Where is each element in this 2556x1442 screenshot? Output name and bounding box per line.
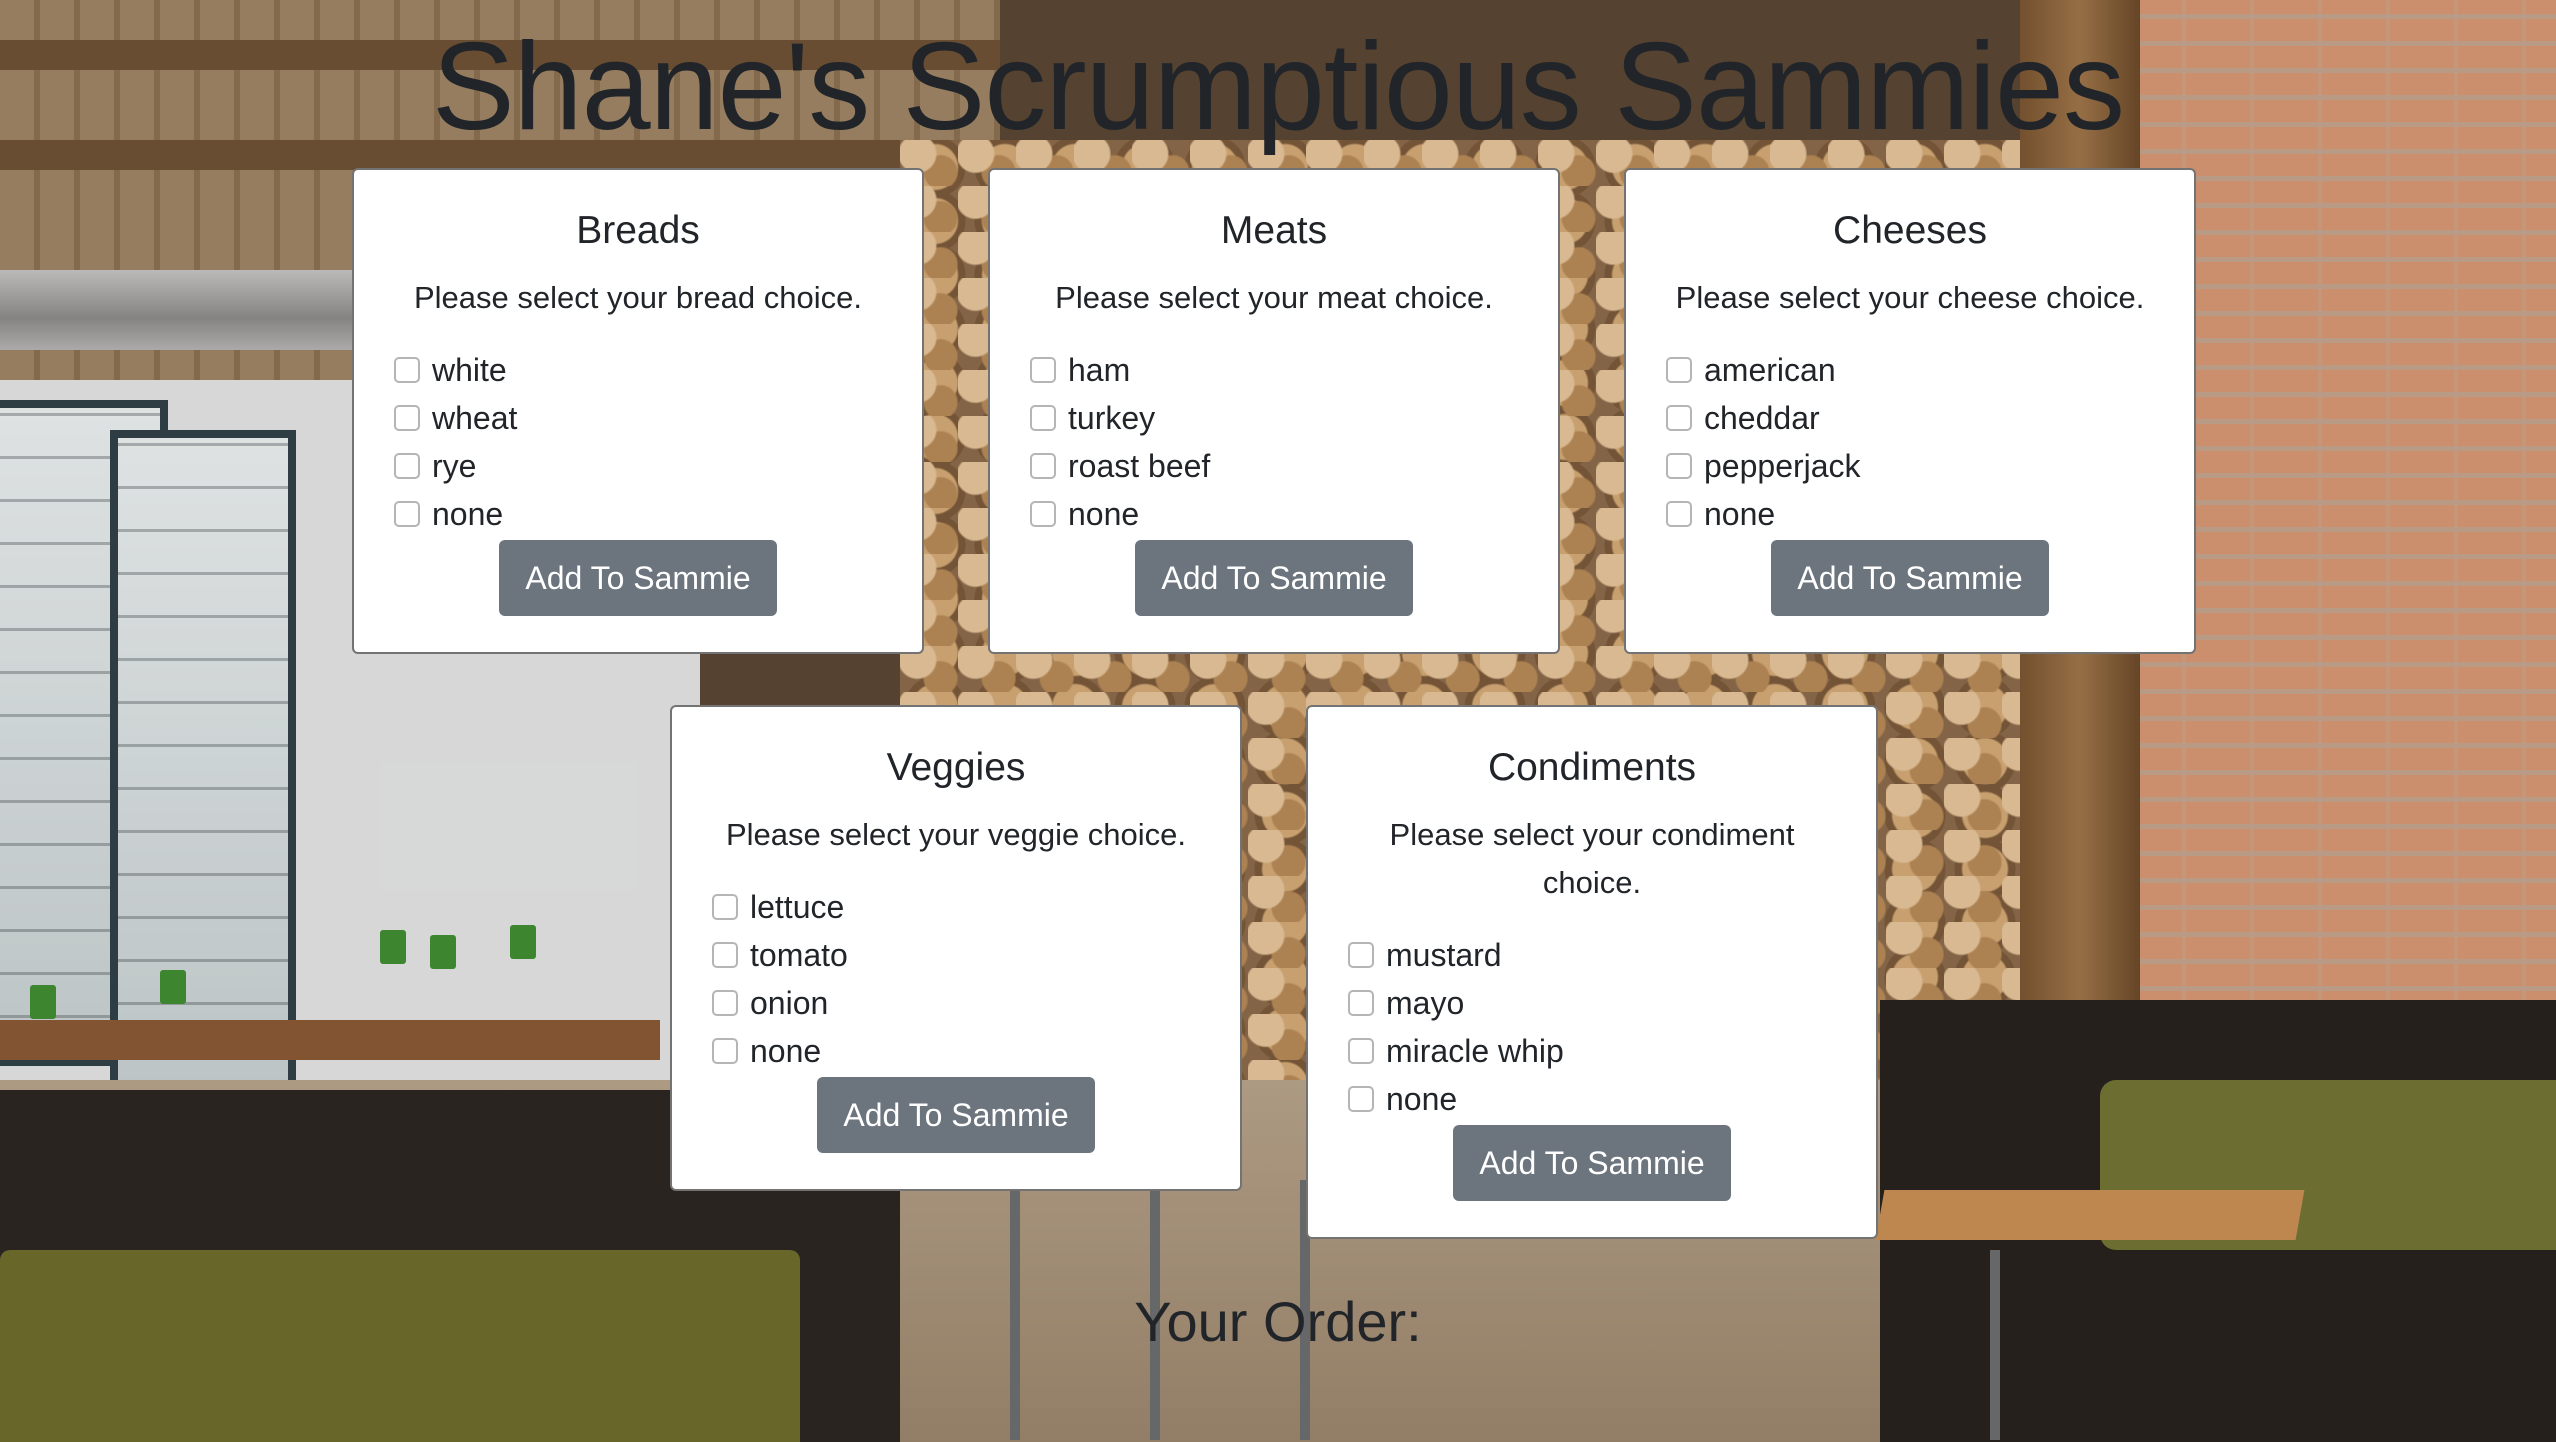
card-title: Breads <box>576 209 700 252</box>
option-wheat[interactable]: wheat <box>394 394 882 442</box>
option-lettuce[interactable]: lettuce <box>712 883 1200 931</box>
checkbox[interactable] <box>1348 1038 1374 1064</box>
option-label: cheddar <box>1704 399 1820 436</box>
option-none[interactable]: none <box>1666 490 2154 538</box>
card-breads: Breads Please select your bread choice. … <box>352 168 924 654</box>
card-condiments: Condiments Please select your condiment … <box>1306 705 1878 1239</box>
add-to-sammie-button[interactable]: Add To Sammie <box>1453 1125 1731 1201</box>
option-white[interactable]: white <box>394 346 882 394</box>
card-prompt: Please select your veggie choice. <box>725 817 1187 852</box>
checkbox[interactable] <box>712 1038 738 1064</box>
option-label: american <box>1704 351 1836 388</box>
option-label: onion <box>750 984 829 1021</box>
checkbox[interactable] <box>1348 990 1374 1016</box>
checkbox[interactable] <box>712 942 738 968</box>
checkbox[interactable] <box>1666 405 1692 431</box>
option-label: tomato <box>750 936 848 973</box>
option-rye[interactable]: rye <box>394 442 882 490</box>
option-cheddar[interactable]: cheddar <box>1666 394 2154 442</box>
option-label: roast beef <box>1068 447 1211 484</box>
checkbox[interactable] <box>1666 453 1692 479</box>
option-tomato[interactable]: tomato <box>712 931 1200 979</box>
option-label: mustard <box>1386 936 1502 973</box>
add-to-sammie-button[interactable]: Add To Sammie <box>1771 540 2049 616</box>
card-prompt: Please select your cheese choice. <box>1675 280 2145 315</box>
card-title: Cheeses <box>1833 209 1987 252</box>
checkbox[interactable] <box>1666 357 1692 383</box>
option-label: wheat <box>432 399 518 436</box>
card-title: Veggies <box>886 746 1026 789</box>
option-label: white <box>432 351 507 388</box>
option-label: mayo <box>1386 984 1465 1021</box>
checkbox[interactable] <box>1030 453 1056 479</box>
checkbox[interactable] <box>1348 1086 1374 1112</box>
option-ham[interactable]: ham <box>1030 346 1518 394</box>
checkbox[interactable] <box>712 894 738 920</box>
card-title: Condiments <box>1487 746 1697 789</box>
option-onion[interactable]: onion <box>712 979 1200 1027</box>
option-label: lettuce <box>750 888 845 925</box>
card-meats: Meats Please select your meat choice. ha… <box>988 168 1560 654</box>
option-label: none <box>1704 495 1776 532</box>
option-pepperjack[interactable]: pepperjack <box>1666 442 2154 490</box>
option-none[interactable]: none <box>394 490 882 538</box>
option-label: rye <box>432 447 477 484</box>
checkbox[interactable] <box>1030 501 1056 527</box>
option-roast-beef[interactable]: roast beef <box>1030 442 1518 490</box>
option-none[interactable]: none <box>1030 490 1518 538</box>
add-to-sammie-button[interactable]: Add To Sammie <box>1135 540 1413 616</box>
card-title: Meats <box>1220 209 1328 252</box>
option-miracle-whip[interactable]: miracle whip <box>1348 1027 1836 1075</box>
option-label: ham <box>1068 351 1131 388</box>
option-label: none <box>1068 495 1140 532</box>
option-turkey[interactable]: turkey <box>1030 394 1518 442</box>
option-none[interactable]: none <box>712 1027 1200 1075</box>
checkbox[interactable] <box>1348 942 1374 968</box>
order-heading: Your Order: <box>1134 1290 1422 1353</box>
option-label: none <box>1386 1080 1458 1117</box>
checkbox[interactable] <box>394 453 420 479</box>
card-cheeses: Cheeses Please select your cheese choice… <box>1624 168 2196 654</box>
add-to-sammie-button[interactable]: Add To Sammie <box>817 1077 1095 1153</box>
checkbox[interactable] <box>1030 405 1056 431</box>
option-american[interactable]: american <box>1666 346 2154 394</box>
checkbox[interactable] <box>394 405 420 431</box>
option-label: miracle whip <box>1386 1032 1564 1069</box>
card-prompt: Please select your condiment choice. <box>1389 817 1795 900</box>
card-veggies: Veggies Please select your veggie choice… <box>670 705 1242 1191</box>
option-none[interactable]: none <box>1348 1075 1836 1123</box>
option-mustard[interactable]: mustard <box>1348 931 1836 979</box>
checkbox[interactable] <box>394 357 420 383</box>
card-prompt: Please select your bread choice. <box>413 280 863 315</box>
add-to-sammie-button[interactable]: Add To Sammie <box>499 540 777 616</box>
page-title: Shane's Scrumptious Sammies <box>431 18 2125 156</box>
checkbox[interactable] <box>1666 501 1692 527</box>
option-label: turkey <box>1068 399 1156 436</box>
option-mayo[interactable]: mayo <box>1348 979 1836 1027</box>
card-prompt: Please select your meat choice. <box>1055 280 1493 315</box>
checkbox[interactable] <box>394 501 420 527</box>
checkbox[interactable] <box>1030 357 1056 383</box>
option-label: pepperjack <box>1704 447 1861 484</box>
option-label: none <box>750 1032 822 1069</box>
option-label: none <box>432 495 504 532</box>
checkbox[interactable] <box>712 990 738 1016</box>
